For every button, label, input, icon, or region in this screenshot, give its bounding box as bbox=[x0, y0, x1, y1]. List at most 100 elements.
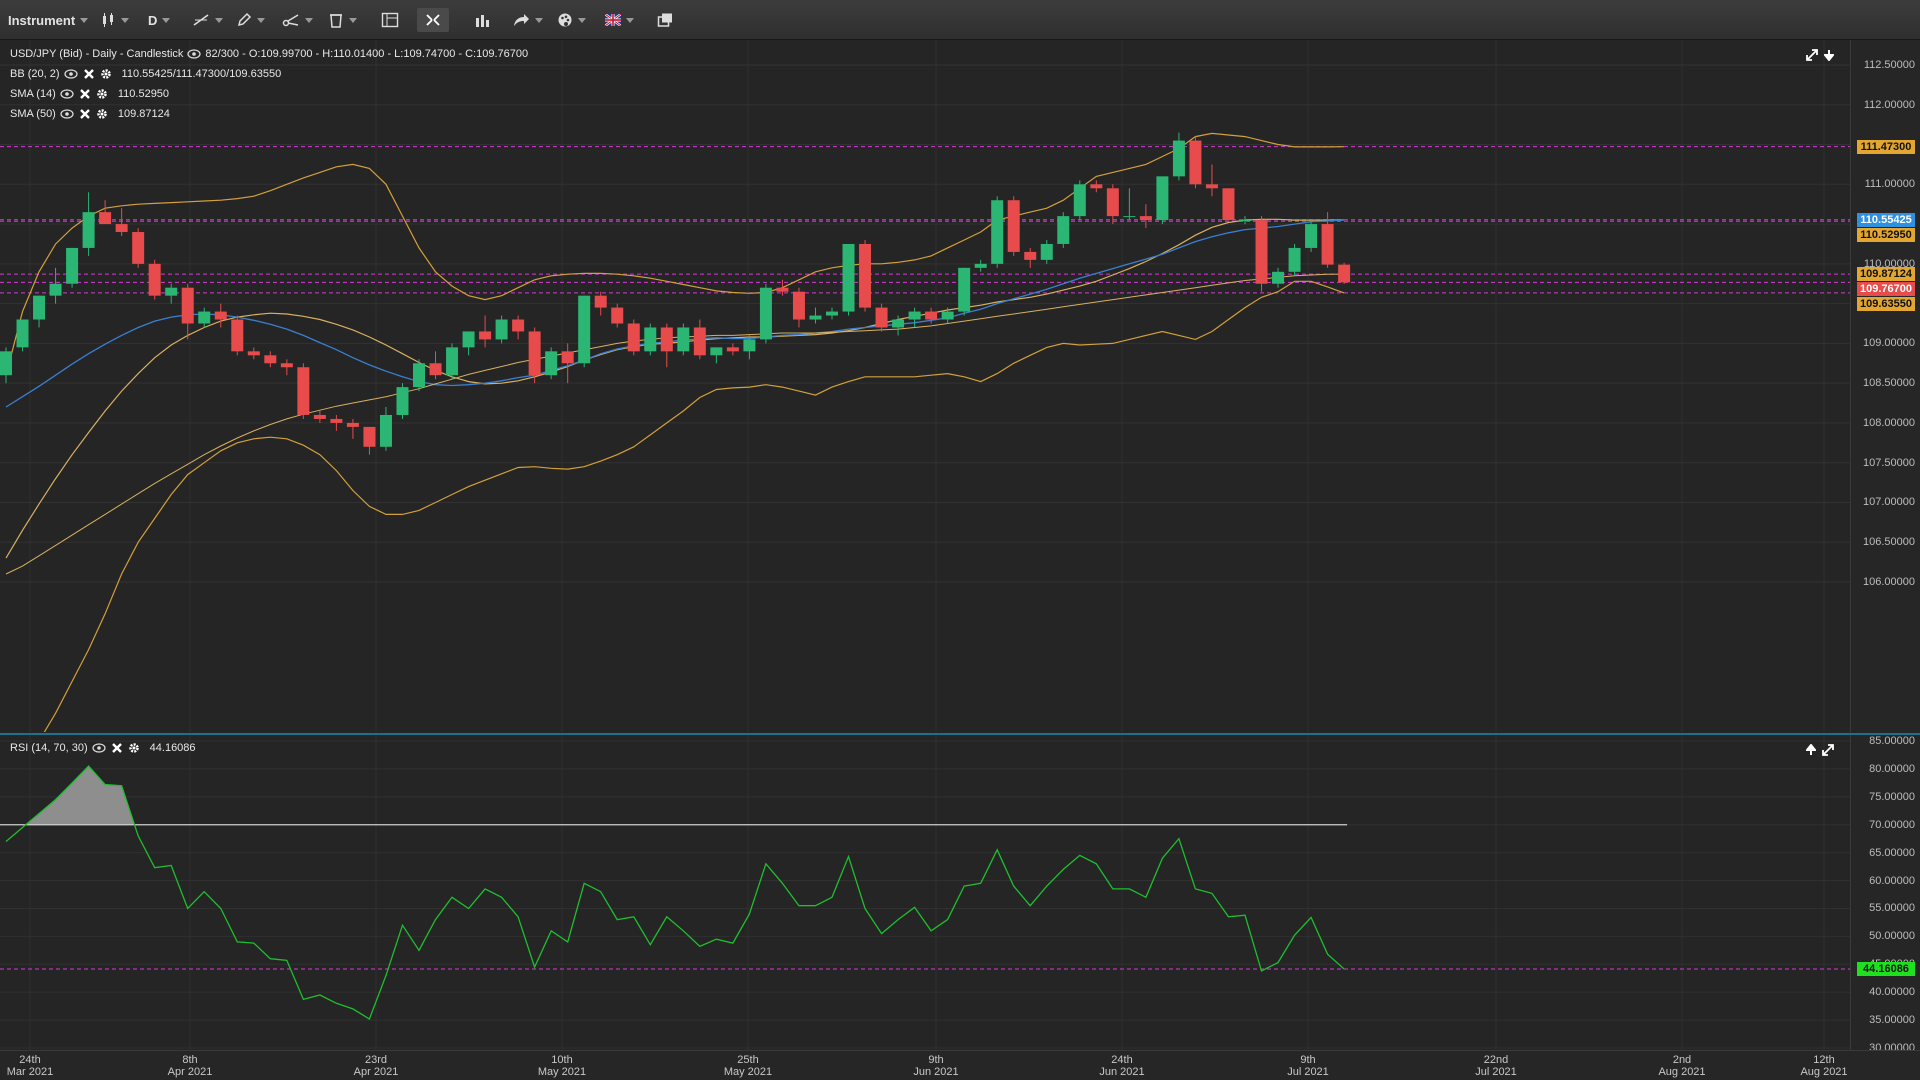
draw-line-dropdown[interactable] bbox=[192, 8, 223, 32]
eye-icon[interactable] bbox=[60, 109, 74, 119]
gear-icon[interactable] bbox=[128, 742, 140, 754]
eye-icon[interactable] bbox=[63, 69, 78, 79]
rsi-pane[interactable]: RSI (14, 70, 30) 44.16086 bbox=[0, 735, 1850, 1050]
close-icon[interactable] bbox=[79, 108, 91, 120]
indicators-button[interactable] bbox=[474, 8, 492, 32]
candle-body bbox=[165, 287, 178, 296]
price-tick-label: 112.00000 bbox=[1863, 98, 1915, 111]
layout-icon bbox=[381, 12, 399, 28]
candle-body bbox=[842, 243, 855, 312]
time-tick-month: Aug 2021 bbox=[1800, 1066, 1848, 1078]
timeframe-dropdown[interactable]: D bbox=[148, 8, 171, 32]
instrument-dropdown[interactable]: Instrument bbox=[8, 8, 89, 32]
time-tick-label: 24th Mar 2021 bbox=[7, 1054, 53, 1078]
chart-title: USD/JPY (Bid) - Daily - Candlestick bbox=[10, 48, 184, 60]
candle bbox=[627, 319, 640, 356]
close-icon[interactable] bbox=[79, 88, 91, 100]
indicator-lines bbox=[5, 132, 1345, 732]
eye-icon[interactable] bbox=[187, 49, 202, 59]
bar-chart-icon bbox=[476, 15, 489, 27]
maximize-pane-icon[interactable] bbox=[1822, 743, 1834, 761]
gear-icon[interactable] bbox=[96, 108, 108, 120]
rsi-chart[interactable] bbox=[0, 735, 1850, 1050]
chevron-down-icon bbox=[215, 17, 223, 23]
move-up-arrow-icon[interactable] bbox=[1804, 743, 1818, 761]
candle-body bbox=[413, 363, 425, 388]
price-tag: 110.55425 bbox=[1857, 212, 1915, 227]
candle bbox=[297, 363, 310, 419]
candle-body bbox=[66, 247, 79, 284]
time-tick-label: 23rd Apr 2021 bbox=[354, 1054, 399, 1078]
candle bbox=[280, 359, 293, 376]
candle-body bbox=[181, 287, 194, 324]
candle bbox=[363, 426, 376, 455]
candle-body bbox=[512, 319, 525, 332]
time-tick-label: 22nd Jul 2021 bbox=[1475, 1054, 1517, 1078]
language-dropdown[interactable] bbox=[605, 8, 634, 32]
candle bbox=[413, 359, 425, 392]
rsi-axis[interactable]: 85.00000 80.00000 75.00000 70.00000 65.00000… bbox=[1850, 735, 1920, 1054]
candle-body bbox=[247, 351, 260, 356]
candle bbox=[1222, 188, 1235, 221]
delete-drawings-dropdown[interactable] bbox=[328, 8, 357, 32]
candle-body bbox=[644, 327, 657, 352]
price-tag: 110.52950 bbox=[1857, 227, 1915, 242]
candle bbox=[479, 315, 492, 348]
candle-body bbox=[792, 291, 805, 320]
time-tick-month: Aug 2021 bbox=[1658, 1066, 1706, 1078]
move-down-arrow-icon[interactable] bbox=[1822, 48, 1836, 66]
candle-body bbox=[1288, 247, 1301, 272]
maximize-pane-icon[interactable] bbox=[1806, 48, 1818, 66]
candle bbox=[462, 331, 475, 356]
candle bbox=[495, 315, 508, 344]
gear-icon[interactable] bbox=[96, 88, 108, 100]
time-axis[interactable]: 24th Mar 2021 8th Apr 2021 23rd Apr 2021 10th M… bbox=[0, 1050, 1920, 1080]
candle bbox=[1189, 136, 1202, 189]
candle-body bbox=[759, 287, 772, 340]
candle bbox=[1288, 243, 1301, 276]
time-tick-month: Jun 2021 bbox=[913, 1066, 959, 1078]
candle bbox=[214, 303, 227, 328]
pencil-icon bbox=[237, 12, 252, 27]
close-icon[interactable] bbox=[83, 68, 95, 80]
candle-body bbox=[99, 212, 112, 225]
price-axis[interactable]: 112.50000112.00000111.50000111.00000110.… bbox=[1850, 40, 1920, 733]
eye-icon[interactable] bbox=[60, 89, 74, 99]
chart-type-dropdown[interactable] bbox=[100, 8, 129, 32]
expand-icon bbox=[426, 14, 440, 26]
time-tick-month: May 2021 bbox=[537, 1066, 587, 1078]
gear-icon[interactable] bbox=[100, 68, 112, 80]
candle bbox=[82, 192, 95, 256]
candle-body bbox=[528, 331, 541, 376]
price-tag: 111.47300 bbox=[1857, 139, 1915, 154]
layout-button[interactable] bbox=[381, 8, 399, 32]
trend-line-icon bbox=[193, 14, 209, 26]
candle bbox=[958, 267, 971, 316]
price-chart-pane[interactable]: USD/JPY (Bid) - Daily - Candlestick 82/3… bbox=[0, 40, 1891, 732]
theme-dropdown[interactable] bbox=[557, 8, 586, 32]
candle-body bbox=[743, 339, 756, 352]
candle-body bbox=[1024, 251, 1037, 260]
candle bbox=[594, 291, 607, 316]
candle bbox=[528, 327, 541, 384]
candle-body bbox=[297, 367, 310, 415]
candle bbox=[991, 196, 1004, 268]
fullscreen-button[interactable] bbox=[417, 8, 449, 32]
eye-icon[interactable] bbox=[92, 743, 106, 753]
candle bbox=[346, 418, 359, 439]
fibonacci-tool-dropdown[interactable] bbox=[282, 8, 313, 32]
candle-body bbox=[1156, 176, 1169, 221]
price-chart[interactable] bbox=[0, 40, 1850, 732]
candle bbox=[66, 247, 79, 288]
time-tick-label: 12th Aug 2021 bbox=[1800, 1054, 1847, 1078]
popout-button[interactable] bbox=[657, 8, 673, 32]
share-dropdown[interactable] bbox=[512, 8, 543, 32]
chevron-down-icon bbox=[535, 17, 543, 23]
candlestick-icon bbox=[103, 13, 113, 27]
time-tick-day: 12th bbox=[1813, 1054, 1835, 1066]
close-icon[interactable] bbox=[111, 742, 123, 754]
pencil-tool-dropdown[interactable] bbox=[236, 8, 265, 32]
time-tick-label: 2nd Aug 2021 bbox=[1658, 1054, 1705, 1078]
candle-body bbox=[446, 347, 459, 376]
rsi-grid bbox=[0, 735, 1850, 1050]
